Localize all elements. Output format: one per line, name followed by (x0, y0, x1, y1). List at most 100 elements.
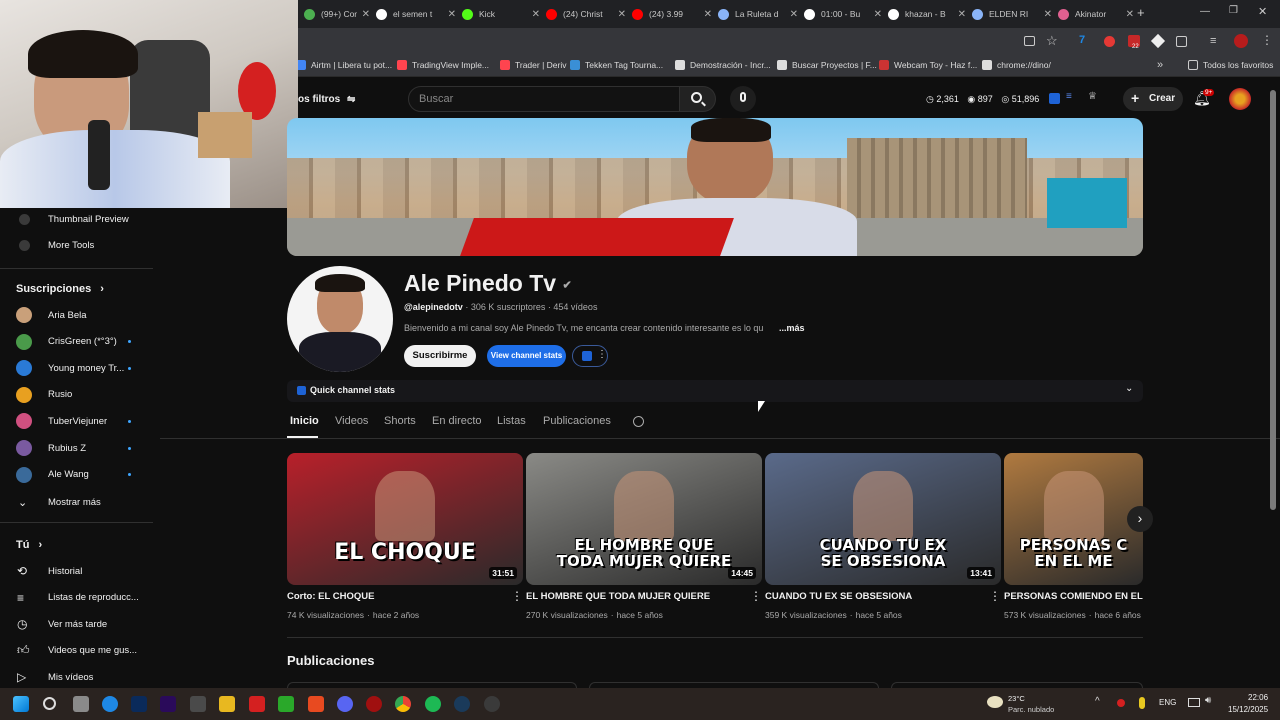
bookmark-item[interactable]: chrome://dino/ (982, 60, 1051, 70)
extension-red-icon[interactable] (1104, 36, 1115, 47)
you-heading[interactable]: Tú › (16, 539, 42, 551)
sidebar-tool-item[interactable]: More Tools (0, 232, 150, 258)
tab-close-icon[interactable]: ✕ (1044, 9, 1052, 20)
carousel-next-button[interactable]: › (1127, 506, 1153, 532)
new-tab-button[interactable]: + (1137, 5, 1145, 20)
view-channel-stats-button[interactable]: View channel stats (487, 345, 566, 367)
voice-search-button[interactable] (730, 86, 756, 112)
brave-icon[interactable] (308, 696, 324, 712)
sidebar-you-item[interactable]: ◷ Ver más tarde (0, 611, 150, 637)
video-thumbnail[interactable]: PERSONAS C EN EL ME (1004, 453, 1143, 585)
spotify-icon[interactable] (425, 696, 441, 712)
chevron-down-icon[interactable]: ⌄ (1125, 383, 1133, 394)
sidebar-you-item[interactable]: ▷ Mis vídeos (0, 664, 150, 690)
tab-shorts[interactable]: Shorts (384, 415, 416, 427)
video-more-icon[interactable]: ⋮ (511, 589, 523, 603)
video-thumbnail[interactable]: EL HOMBRE QUE TODA MUJER QUIERE 14:45 (526, 453, 762, 585)
video-thumbnail[interactable]: EL CHOQUE 31:51 (287, 453, 523, 585)
store-icon[interactable] (190, 696, 206, 712)
weather-icon[interactable] (987, 696, 1003, 708)
bookmark-item[interactable]: Trader | Deriv (500, 60, 567, 70)
browser-tab[interactable]: ELDEN RI ✕ (972, 4, 1052, 24)
taskbar-search-icon[interactable] (43, 697, 56, 710)
channel-search-icon[interactable] (633, 416, 644, 427)
page-scrollbar[interactable] (1270, 90, 1276, 510)
sidebar-subscription-item[interactable]: Young money Tr... (0, 355, 150, 381)
vidiq-icon[interactable] (1049, 93, 1060, 104)
tray-mic-icon[interactable] (1139, 697, 1145, 709)
sidebar-you-item[interactable]: 👍︎ Videos que me gus... (0, 638, 150, 664)
create-button[interactable]: + Crear (1123, 87, 1183, 111)
restore-icon[interactable]: ❐ (1229, 5, 1238, 16)
video-more-icon[interactable]: ⋮ (989, 589, 1001, 603)
quick-channel-stats-bar[interactable]: Quick channel stats ⌄ (287, 380, 1143, 402)
bookmark-item[interactable]: Demostración - Incr... (675, 60, 771, 70)
browser-tab[interactable]: Akinator ✕ (1058, 4, 1134, 24)
input-language[interactable]: ENG (1159, 698, 1176, 707)
tab-close-icon[interactable]: ✕ (958, 9, 966, 20)
browser-menu-icon[interactable]: ⋮ (1261, 33, 1273, 47)
browser-tab[interactable]: el semen t ✕ (376, 4, 456, 24)
install-icon[interactable] (1024, 36, 1035, 46)
tab-close-icon[interactable]: ✕ (704, 9, 712, 20)
tab-videos[interactable]: Videos (335, 415, 368, 427)
channel-avatar[interactable] (287, 266, 393, 372)
browser-tab[interactable]: (99+) Conv ✕ (304, 4, 370, 24)
browser-tab[interactable]: Kick ✕ (462, 4, 540, 24)
bookmark-item[interactable]: Tekken Tag Tourna... (570, 60, 663, 70)
tab-close-icon[interactable]: ✕ (618, 9, 626, 20)
search-input[interactable]: Buscar (408, 86, 680, 112)
all-bookmarks-folder[interactable]: Todos los favoritos (1188, 60, 1273, 70)
app-red-icon[interactable] (366, 696, 382, 712)
video-more-icon[interactable]: ⋮ (750, 589, 762, 603)
windows-start-icon[interactable] (13, 696, 29, 712)
tab-listas[interactable]: Listas (497, 415, 526, 427)
volume-icon[interactable]: 🔊︎ (1205, 695, 1211, 706)
sidebar-subscription-item[interactable]: Rubius Z (0, 435, 150, 461)
sidebar-you-item[interactable]: ⟲ Historial (0, 558, 150, 584)
description-more-link[interactable]: ...más (779, 323, 805, 333)
media-icon[interactable]: ≡ (1210, 35, 1216, 47)
bookmark-item[interactable]: Airtm | Libera tu pot... (296, 60, 392, 70)
sidebar-subscription-item[interactable]: TuberViejuner (0, 408, 150, 434)
close-window-icon[interactable]: ✕ (1258, 5, 1267, 18)
sidebar-tool-item[interactable]: Thumbnail Preview (0, 206, 150, 232)
tray-chevron-icon[interactable]: ^ (1095, 696, 1100, 707)
bookmark-item[interactable]: Buscar Proyectos | F... (777, 60, 877, 70)
browser-tab[interactable]: (24) 3.99 ✕ (632, 4, 712, 24)
filters-button[interactable]: os filtros ⇋ (298, 94, 355, 105)
sidebar-you-item[interactable]: ≡ Listas de reproducc... (0, 585, 150, 611)
deriv-icon[interactable] (249, 696, 265, 712)
browser-tab[interactable]: 01:00 - Bu ✕ (804, 4, 882, 24)
tray-app-icon[interactable] (1117, 699, 1125, 707)
trophy-icon[interactable]: ♕ (1088, 91, 1097, 102)
file-explorer-icon[interactable] (219, 696, 235, 712)
search-button[interactable] (680, 86, 716, 112)
sidebar-subscription-item[interactable]: Rusio (0, 382, 150, 408)
premiere-icon[interactable] (160, 696, 176, 712)
sidebar-subscription-item[interactable]: Aria Bela (0, 302, 150, 328)
minecraft-icon[interactable] (278, 696, 294, 712)
show-more-button[interactable]: ⌄ Mostrar más (0, 489, 150, 515)
edge-icon[interactable] (102, 696, 118, 712)
steam-icon[interactable] (454, 696, 470, 712)
extension-diamond-icon[interactable] (1150, 33, 1166, 49)
tab-close-icon[interactable]: ✕ (362, 9, 370, 20)
tab-close-icon[interactable]: ✕ (790, 9, 798, 20)
clock-time[interactable]: 22:06 (1248, 693, 1268, 702)
tab-en-directo[interactable]: En directo (432, 415, 482, 427)
photoshop-icon[interactable] (131, 696, 147, 712)
network-icon[interactable] (1188, 698, 1200, 707)
video-title[interactable]: EL HOMBRE QUE TODA MUJER QUIERE (526, 591, 746, 602)
subscriptions-heading[interactable]: Suscripciones › (16, 283, 104, 295)
video-title[interactable]: Corto: EL CHOQUE (287, 591, 507, 602)
browser-tab[interactable]: khazan - B ✕ (888, 4, 966, 24)
video-title[interactable]: PERSONAS COMIENDO EN EL ME (1004, 591, 1143, 602)
video-title[interactable]: CUANDO TU EX SE OBSESIONA (765, 591, 985, 602)
bookmark-item[interactable]: TradingView Imple... (397, 60, 489, 70)
bookmark-star-icon[interactable]: ☆ (1046, 33, 1058, 49)
sidebar-subscription-item[interactable]: CrisGreen (*°3°) (0, 329, 150, 355)
clock-date[interactable]: 15/12/2025 (1228, 705, 1268, 714)
tab-close-icon[interactable]: ✕ (532, 9, 540, 20)
vidiq-menu-button[interactable]: ⋮ (572, 345, 608, 367)
